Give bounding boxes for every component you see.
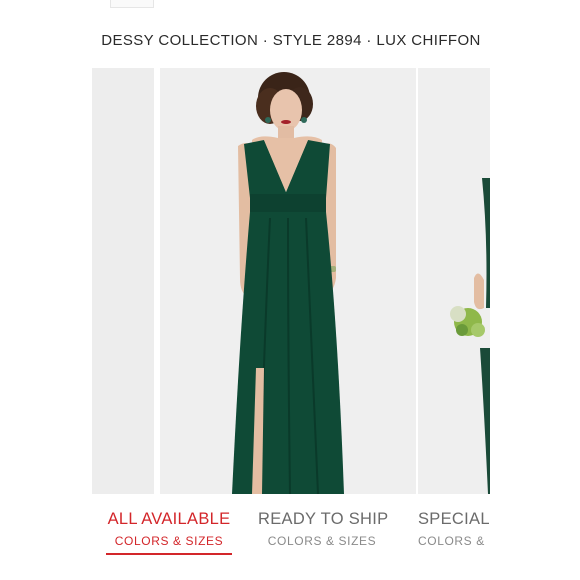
tab-subtitle: COLORS & SIZES bbox=[267, 534, 377, 548]
next-image-graphic bbox=[418, 68, 490, 494]
tab-all-available[interactable]: ALL AVAILABLE COLORS & SIZES bbox=[106, 510, 232, 555]
product-title-bar: DESSY COLLECTION · STYLE 2894 · LUX CHIF… bbox=[92, 20, 490, 60]
previous-image-graphic bbox=[92, 68, 154, 494]
tab-subtitle: COLORS & SIZES bbox=[106, 534, 232, 555]
tab-title: ALL AVAILABLE bbox=[107, 510, 231, 528]
product-title: DESSY COLLECTION · STYLE 2894 · LUX CHIF… bbox=[101, 31, 481, 49]
tab-ready-to-ship[interactable]: READY TO SHIP COLORS & SIZES bbox=[258, 510, 389, 548]
main-product-image[interactable] bbox=[160, 68, 416, 494]
next-product-image[interactable] bbox=[418, 68, 490, 494]
tab-title: READY TO SHIP bbox=[258, 510, 389, 528]
tab-title: SPECIAL bbox=[418, 510, 490, 528]
availability-tabs: ALL AVAILABLE COLORS & SIZES READY TO SH… bbox=[92, 500, 490, 560]
model-gown-illustration bbox=[160, 68, 416, 494]
top-tab-stub bbox=[110, 0, 154, 8]
right-margin bbox=[490, 0, 580, 580]
left-margin bbox=[0, 0, 92, 580]
product-image-carousel[interactable] bbox=[92, 68, 490, 494]
tab-special[interactable]: SPECIAL COLORS & bbox=[418, 510, 490, 548]
previous-product-image[interactable] bbox=[92, 68, 154, 494]
tab-subtitle: COLORS & bbox=[418, 534, 485, 548]
